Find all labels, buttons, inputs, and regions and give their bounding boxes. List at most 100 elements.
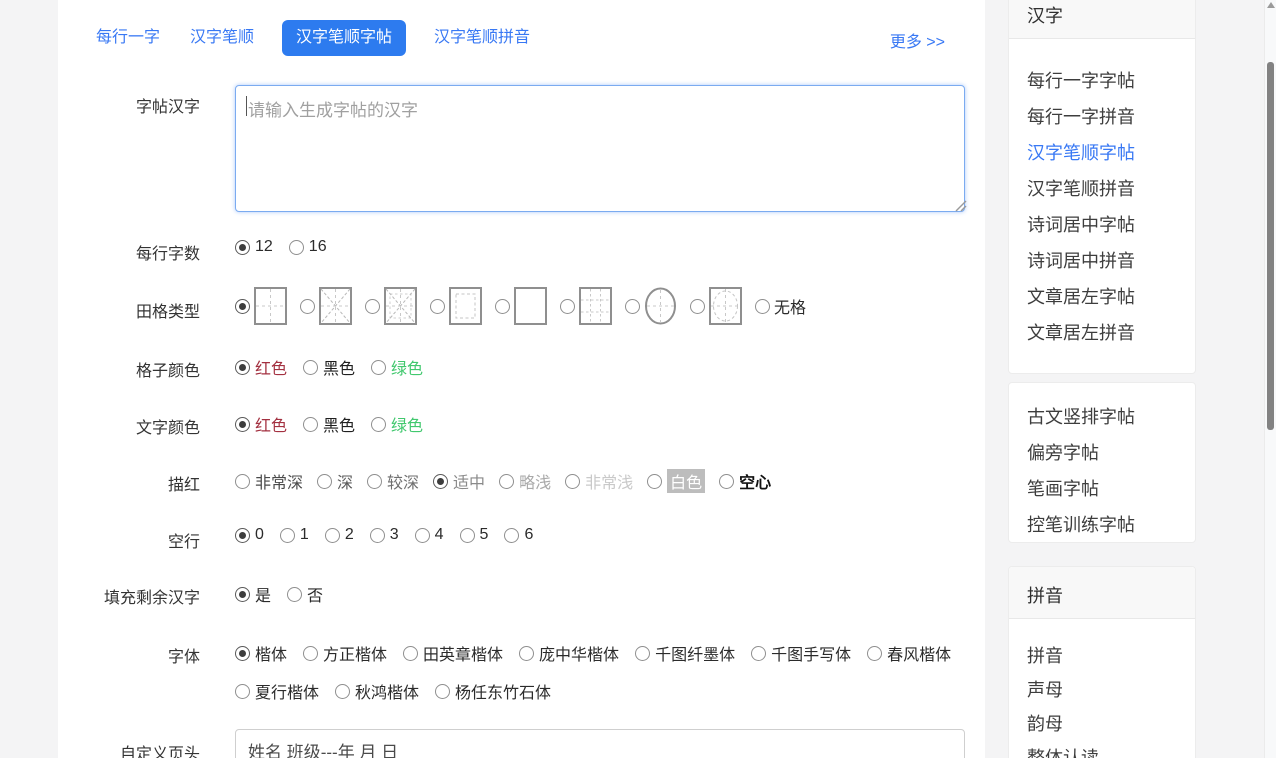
sidebar-item-偏旁字帖[interactable]: 偏旁字帖 [1027,435,1195,471]
sidebar-item-每行一字拼音[interactable]: 每行一字拼音 [1027,99,1195,135]
radio-icon [300,299,315,314]
line-count-option-12[interactable]: 12 [235,238,273,256]
field-label: 自定义页头 [72,729,200,758]
grid-type-option-mi[interactable] [300,287,352,325]
option-label: 夏行楷体 [255,679,319,703]
option-label: 楷体 [255,641,287,665]
option-label: 是 [255,582,271,606]
more-link[interactable]: 更多 >> [890,28,945,52]
sidebar-item-文章居左字帖[interactable]: 文章居左字帖 [1027,279,1195,315]
custom-header-input[interactable] [235,729,965,758]
grid-color-option-黑色[interactable]: 黑色 [303,355,355,379]
option-label: 4 [435,526,444,544]
blank-lines-option-2[interactable]: 2 [325,526,354,544]
grid-type-option-tian[interactable] [235,287,287,325]
grid-color-option-红色[interactable]: 红色 [235,355,287,379]
field-label: 描红 [72,469,200,495]
font-option-庞中华楷体[interactable]: 庞中华楷体 [519,641,619,665]
trace-depth-option-空心[interactable]: 空心 [719,469,771,493]
grid-type-option-square[interactable] [495,287,547,325]
grid-type-option-hui[interactable] [430,287,482,325]
sidebar-item-文章居左拼音[interactable]: 文章居左拼音 [1027,315,1195,351]
option-label: 略浅 [519,469,551,493]
grid-type-option-ellipse[interactable] [625,287,677,325]
sidebar-item-韵母[interactable]: 韵母 [1027,707,1195,741]
tab-汉字笔顺字帖[interactable]: 汉字笔顺字帖 [282,20,406,56]
trace-depth-option-深[interactable]: 深 [317,469,353,493]
option-label: 1 [300,526,309,544]
option-label: 红色 [255,355,287,379]
blank-lines-option-4[interactable]: 4 [415,526,444,544]
font-option-千图纤墨体[interactable]: 千图纤墨体 [635,641,735,665]
trace-depth-option-较深[interactable]: 较深 [367,469,419,493]
tian-grid-icon [254,287,287,325]
square-grid-icon [514,287,547,325]
font-option-杨任东竹石体[interactable]: 杨任东竹石体 [435,679,551,703]
blank-lines-option-1[interactable]: 1 [280,526,309,544]
sidebar-section-hanzi: 汉字 每行一字字帖每行一字拼音汉字笔顺字帖汉字笔顺拼音诗词居中字帖诗词居中拼音文… [1008,0,1196,374]
blank-lines-option-0[interactable]: 0 [235,526,264,544]
sidebar-item-拼音[interactable]: 拼音 [1027,639,1195,673]
scrollbar-thumb[interactable] [1267,62,1274,430]
font-option-夏行楷体[interactable]: 夏行楷体 [235,679,319,703]
option-label: 千图手写体 [771,641,851,665]
sidebar-item-整体认读[interactable]: 整体认读 [1027,741,1195,758]
trace-depth-option-适中[interactable]: 适中 [433,469,485,493]
option-label: 绿色 [391,412,423,436]
form-row-chars: 字帖汉字 [72,85,965,212]
font-option-春风楷体[interactable]: 春风楷体 [867,641,951,665]
font-option-秋鸿楷体[interactable]: 秋鸿楷体 [335,679,419,703]
font-option-田英章楷体[interactable]: 田英章楷体 [403,641,503,665]
font-option-千图手写体[interactable]: 千图手写体 [751,641,851,665]
sidebar-item-笔画字帖[interactable]: 笔画字帖 [1027,471,1195,507]
scrollbar-track[interactable] [1264,0,1276,758]
radio-icon [235,240,250,255]
radio-icon [499,474,514,489]
sidebar-item-古文竖排字帖[interactable]: 古文竖排字帖 [1027,399,1195,435]
grid-type-option-tian-ellipse[interactable] [690,287,742,325]
trace-depth-option-非常浅[interactable]: 非常浅 [565,469,633,493]
trace-depth-option-白色[interactable]: 白色 [647,469,705,493]
sidebar-item-汉字笔顺字帖[interactable]: 汉字笔顺字帖 [1027,135,1195,171]
sidebar-item-汉字笔顺拼音[interactable]: 汉字笔顺拼音 [1027,171,1195,207]
radio-icon [370,528,385,543]
option-label: 深 [337,469,353,493]
sidebar-item-诗词居中拼音[interactable]: 诗词居中拼音 [1027,243,1195,279]
mi-dense-grid-icon [384,287,417,325]
line-count-option-16[interactable]: 16 [289,238,327,256]
mi-grid-icon [319,287,352,325]
font-option-楷体[interactable]: 楷体 [235,641,287,665]
trace-depth-option-非常深[interactable]: 非常深 [235,469,303,493]
text-color-option-黑色[interactable]: 黑色 [303,412,355,436]
radio-icon [495,299,510,314]
grid-type-option-mi-dense[interactable] [365,287,417,325]
tab-每行一字[interactable]: 每行一字 [94,20,162,56]
blank-lines-option-5[interactable]: 5 [460,526,489,544]
blank-lines-option-3[interactable]: 3 [370,526,399,544]
grid-color-option-绿色[interactable]: 绿色 [371,355,423,379]
grid-type-option-none[interactable]: 无格 [755,294,806,318]
option-label: 2 [345,526,354,544]
option-label: 方正楷体 [323,641,387,665]
tab-汉字笔顺[interactable]: 汉字笔顺 [188,20,256,56]
font-option-方正楷体[interactable]: 方正楷体 [303,641,387,665]
trace-depth-option-略浅[interactable]: 略浅 [499,469,551,493]
sidebar-item-每行一字字帖[interactable]: 每行一字字帖 [1027,63,1195,99]
sidebar-item-声母[interactable]: 声母 [1027,673,1195,707]
form-row-blank-lines: 空行 0123456 [72,526,965,552]
chars-input[interactable] [235,85,965,212]
text-color-option-绿色[interactable]: 绿色 [371,412,423,436]
radio-icon [235,528,250,543]
grid-type-option-jiugong[interactable] [560,287,612,325]
sidebar-item-控笔训练字帖[interactable]: 控笔训练字帖 [1027,507,1195,543]
scroll-up-icon[interactable] [1267,2,1275,8]
radio-icon [235,299,250,314]
blank-lines-option-6[interactable]: 6 [504,526,533,544]
option-label: 空心 [739,469,771,493]
sidebar-item-诗词居中字帖[interactable]: 诗词居中字帖 [1027,207,1195,243]
text-color-option-红色[interactable]: 红色 [235,412,287,436]
fill-remaining-option-是[interactable]: 是 [235,582,271,606]
fill-remaining-option-否[interactable]: 否 [287,582,323,606]
tab-汉字笔顺拼音[interactable]: 汉字笔顺拼音 [432,20,532,56]
radio-icon [235,646,250,661]
